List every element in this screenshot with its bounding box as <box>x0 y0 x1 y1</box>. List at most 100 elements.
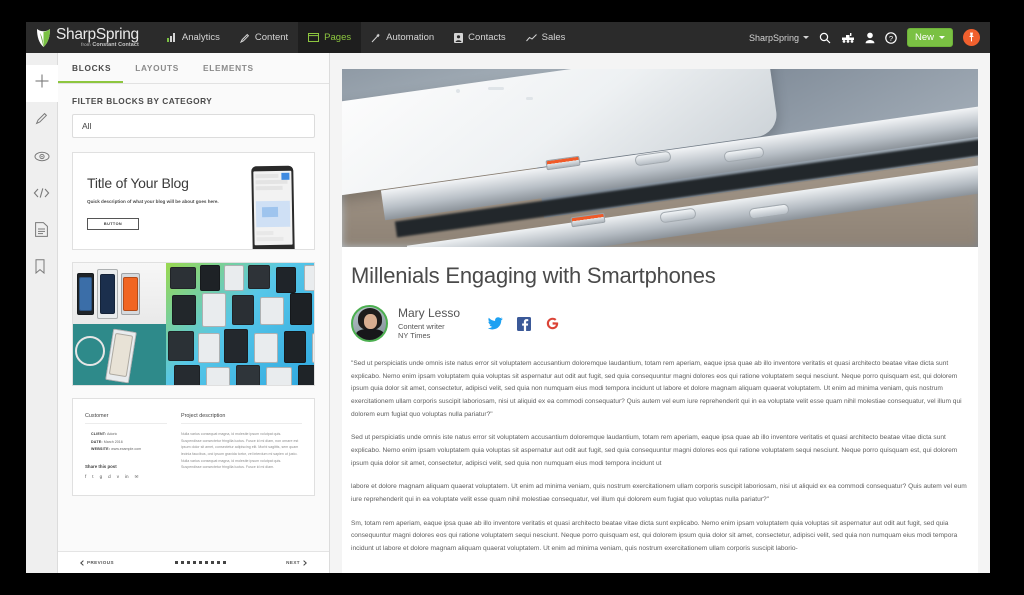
eye-icon <box>34 149 50 167</box>
page-canvas: Millenials Engaging with Smartphones Mar… <box>330 53 990 573</box>
rail-item-add-block[interactable] <box>26 65 58 102</box>
help-icon[interactable]: ? <box>885 31 897 44</box>
panel-tabs: BLOCKS LAYOUTS ELEMENTS <box>58 53 329 84</box>
article-paragraph: "Sed ut perspiciatis unde omnis iste nat… <box>351 360 962 418</box>
nav-item-contacts[interactable]: Contacts <box>444 22 516 53</box>
wand-icon <box>371 33 381 43</box>
sharpspring-logo-icon <box>35 28 52 48</box>
tab-elements[interactable]: ELEMENTS <box>191 53 266 83</box>
nav-item-sales[interactable]: Sales <box>516 22 576 53</box>
facebook-icon[interactable] <box>517 316 532 331</box>
article-paragraph: Sed ut perspiciatis unde omnis iste natu… <box>351 434 958 467</box>
tool-rail <box>26 53 58 573</box>
train-icon[interactable] <box>841 32 855 44</box>
chevron-left-icon <box>80 559 84 566</box>
new-button-label: New <box>914 32 934 43</box>
search-icon[interactable] <box>819 32 831 44</box>
next-label: NEXT <box>286 560 300 565</box>
email-icon: ✉ <box>134 473 139 479</box>
code-icon <box>33 186 50 204</box>
social-links <box>488 316 560 331</box>
author-avatar <box>351 305 388 342</box>
tab-layouts[interactable]: LAYOUTS <box>123 53 191 83</box>
person-icon[interactable] <box>865 32 875 44</box>
svg-text:?: ? <box>889 33 893 42</box>
previous-label: PREVIOUS <box>87 560 114 565</box>
rail-item-source-code[interactable] <box>26 176 58 213</box>
author-byline: Mary Lesso Content writer NY Times <box>351 305 969 342</box>
block-share-icons: f t g d v in ✉ <box>85 474 167 480</box>
meta-label: CLIENT: <box>91 432 107 436</box>
nav-label: Analytics <box>181 32 220 43</box>
app-window: SharpSpring from Constant Contact Analyt… <box>26 22 990 573</box>
nav-item-content[interactable]: Content <box>230 22 298 53</box>
author-organization: NY Times <box>398 331 431 341</box>
rail-item-edit[interactable] <box>26 102 58 139</box>
trend-line-icon <box>525 33 537 42</box>
new-button[interactable]: New <box>906 28 953 47</box>
twitter-icon: t <box>92 473 94 479</box>
plus-icon <box>34 73 50 94</box>
block-heading-project: Project description <box>181 413 302 424</box>
nav-label: Content <box>254 32 289 43</box>
block-meta-list: CLIENT: Adoric DATE: March 2016 WEBSITE:… <box>85 431 167 454</box>
contact-card-icon <box>454 32 464 43</box>
tab-blocks[interactable]: BLOCKS <box>58 53 124 83</box>
pushpin-icon <box>967 29 976 47</box>
article-paragraph: labore et dolore magnam aliquam quaerat … <box>351 483 967 503</box>
linkedin-icon: in <box>124 473 129 479</box>
meta-value: www.example.com <box>111 447 142 452</box>
hero-earpiece <box>488 86 505 90</box>
grid-view-icon[interactable] <box>174 561 226 564</box>
hero-image[interactable] <box>342 69 978 247</box>
pencil-icon <box>35 111 49 130</box>
rail-item-preview[interactable] <box>26 139 58 176</box>
googleplus-icon: g <box>99 473 103 479</box>
block-share-label: Share this post <box>85 463 117 469</box>
nav-label: Sales <box>541 32 566 43</box>
gallery-image-phone-charging <box>73 324 166 385</box>
sharpspring-logo[interactable]: SharpSpring from Constant Contact <box>26 27 157 49</box>
pencil-icon <box>239 33 250 43</box>
facebook-icon: f <box>85 473 87 479</box>
article: Millenials Engaging with Smartphones Mar… <box>342 247 978 556</box>
meta-label: DATE: <box>91 439 103 444</box>
next-page-button[interactable]: NEXT <box>286 559 307 566</box>
nav-label: Pages <box>324 32 352 43</box>
google-icon[interactable] <box>545 316 560 331</box>
chevron-right-icon <box>303 559 307 566</box>
window-icon <box>308 33 320 42</box>
account-label: SharpSpring <box>748 32 799 43</box>
nav-item-automation[interactable]: Automation <box>361 22 444 53</box>
nav-item-pages[interactable]: Pages <box>298 22 362 53</box>
rail-item-tags[interactable] <box>26 250 58 287</box>
blocks-panel: BLOCKS LAYOUTS ELEMENTS FILTER BLOCKS BY… <box>58 53 330 573</box>
nav-item-analytics[interactable]: Analytics <box>157 22 230 53</box>
top-navigation-bar: SharpSpring from Constant Contact Analyt… <box>26 22 990 53</box>
vimeo-icon: v <box>116 473 119 479</box>
block-thumbnail-list: Title of Your Blog Quick description of … <box>58 138 329 510</box>
twitter-icon[interactable] <box>488 317 503 330</box>
gallery-image-phones-row <box>73 263 166 324</box>
nav-label: Contacts <box>468 32 506 43</box>
category-filter-select[interactable]: All <box>72 114 315 138</box>
previous-page-button[interactable]: PREVIOUS <box>80 559 114 566</box>
article-paragraph: Sm, totam rem aperiam, eaque ipsa quae a… <box>351 519 958 552</box>
author-name: Mary Lesso <box>398 306 461 321</box>
block-description: Quick description of what your blog will… <box>87 199 219 204</box>
user-avatar[interactable] <box>963 29 980 46</box>
top-nav-right-group: SharpSpring ? New <box>749 28 990 47</box>
rail-item-page-settings[interactable] <box>26 213 58 250</box>
filter-heading: FILTER BLOCKS BY CATEGORY <box>72 96 213 106</box>
block-thumbnail-image-gallery[interactable] <box>72 262 315 386</box>
bar-chart-icon <box>166 33 177 42</box>
block-thumbnail-project-details[interactable]: Customer CLIENT: Adoric DATE: March 2016… <box>72 398 315 496</box>
block-thumbnail-blog-title[interactable]: Title of Your Blog Quick description of … <box>72 152 315 250</box>
category-filter-value: All <box>82 121 92 131</box>
author-role: Content writer <box>398 321 445 331</box>
meta-label: WEBSITE: <box>91 447 111 452</box>
account-switcher[interactable]: SharpSpring <box>749 33 809 43</box>
article-body: "Sed ut perspiciatis unde omnis iste nat… <box>351 358 969 556</box>
gallery-image-phone-collection <box>166 263 314 385</box>
block-heading-customer: Customer <box>85 413 167 424</box>
